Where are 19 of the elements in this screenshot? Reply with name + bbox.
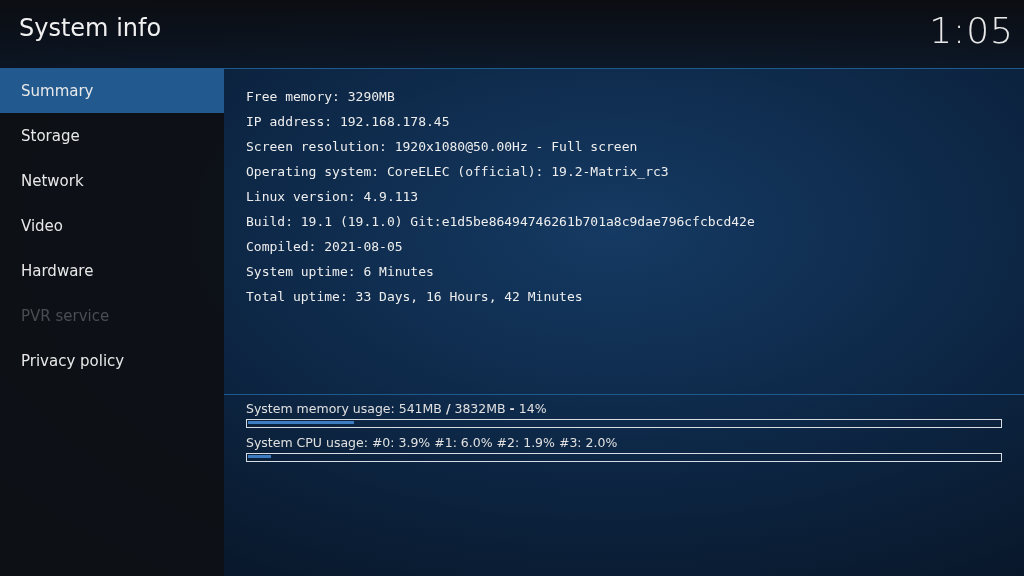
sidebar-item[interactable]: Storage — [0, 113, 224, 158]
info-line: Compiled: 2021-08-05 — [246, 238, 404, 256]
info-line: Free memory: 3290MB — [246, 88, 396, 106]
info-line: Total uptime: 33 Days, 16 Hours, 42 Minutes — [246, 288, 584, 306]
info-line: IP address: 192.168.178.45 — [246, 113, 451, 131]
info-line: Screen resolution: 1920x1080@50.00Hz - Full screen — [246, 138, 639, 156]
usage-label: System CPU usage: #0: 3.9% #1: 6.0% #2: 1.9% #3: 2.0% — [246, 435, 619, 451]
sidebar-item[interactable]: Hardware — [0, 248, 224, 293]
info-line: Build: 19.1 (19.1.0) Git:e1d5be86494746261b701a8c9dae796cfcbcd42e — [246, 213, 756, 231]
sidebar-item[interactable]: Network — [0, 158, 224, 203]
clock: 1:05 — [929, 9, 1015, 53]
info-line: Operating system: CoreELEC (official): 19.2-Matrix_rc3 — [246, 163, 670, 181]
sidebar-item[interactable]: Summary — [0, 68, 224, 113]
info-line: System uptime: 6 Minutes — [246, 263, 435, 281]
window-title: System info — [18, 13, 162, 44]
info-line: Linux version: 4.9.113 — [246, 188, 420, 206]
usage-label: System memory usage: 541MB / 3832MB - 14% — [246, 401, 548, 417]
sidebar-item[interactable]: Video — [0, 203, 224, 248]
sidebar-item[interactable]: Privacy policy — [0, 338, 224, 383]
